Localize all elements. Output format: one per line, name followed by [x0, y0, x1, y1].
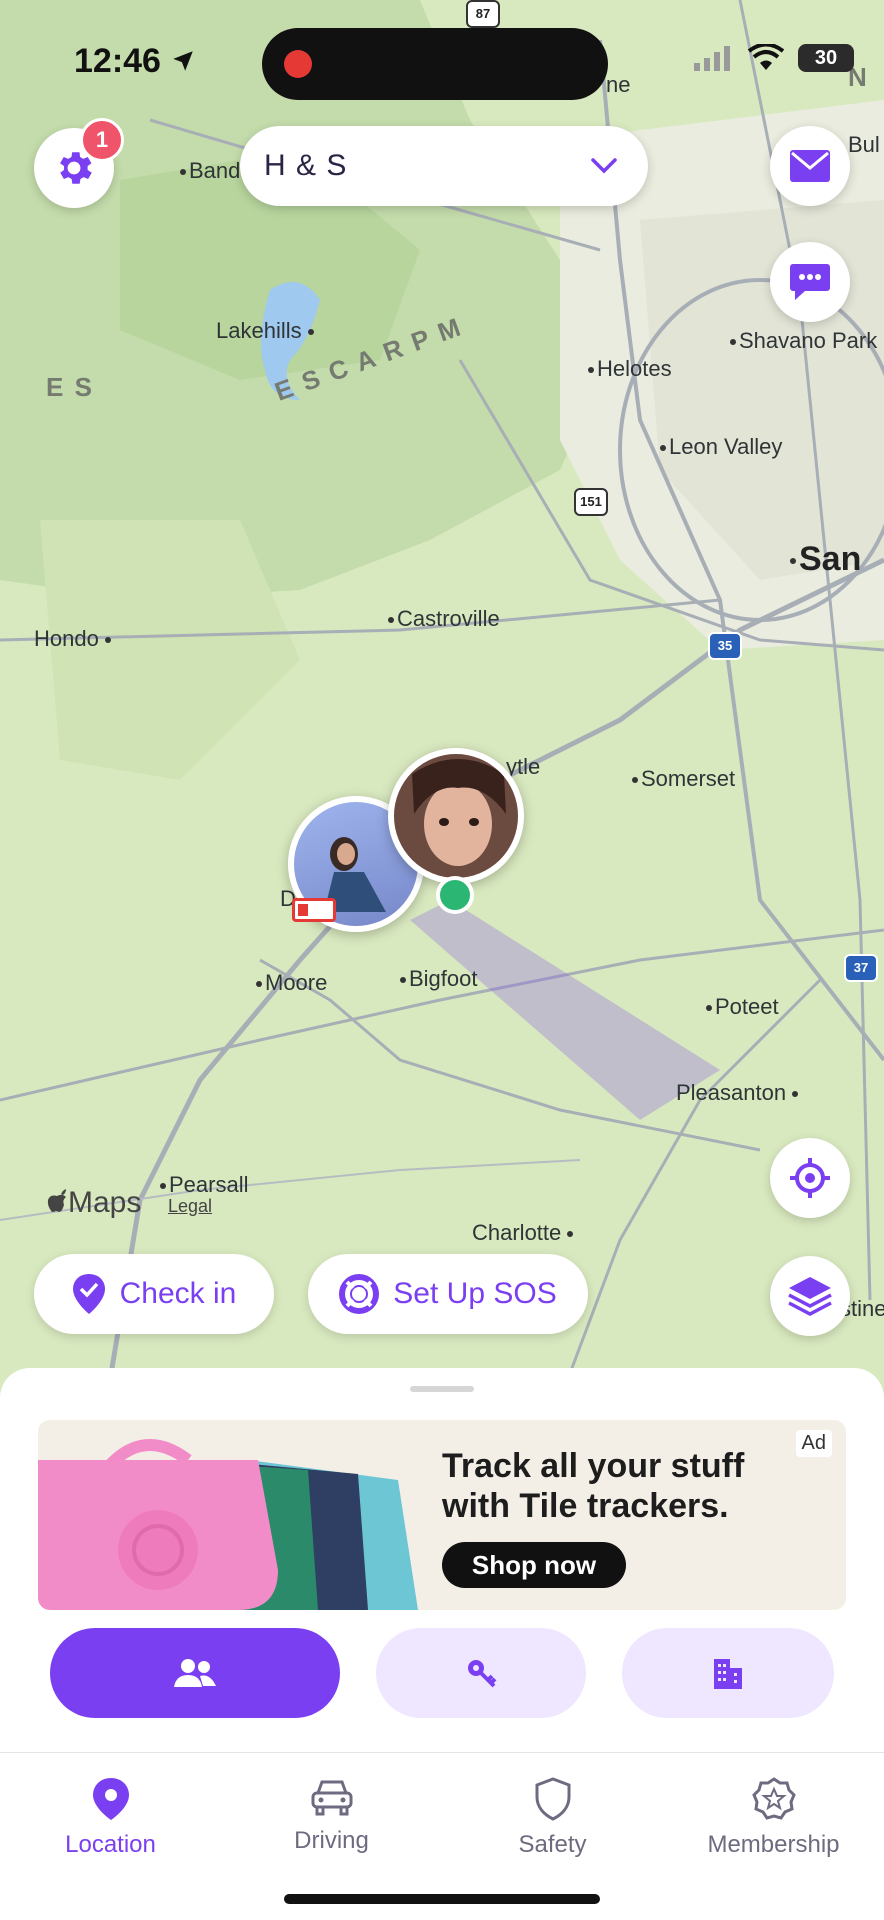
location-check-icon [72, 1274, 105, 1314]
shield-icon [535, 1777, 570, 1821]
car-icon [311, 1780, 352, 1816]
check-in-button[interactable]: Check in [34, 1254, 274, 1334]
messages-button[interactable] [770, 126, 850, 206]
tab-location[interactable]: Location [0, 1753, 221, 1920]
tab-membership[interactable]: Membership [663, 1753, 884, 1920]
chevron-down-icon [591, 158, 617, 174]
place-pleasanton: Pleasanton [676, 1080, 801, 1106]
notification-badge: 1 [80, 118, 124, 162]
place-shavano-park: Shavano Park [730, 328, 877, 354]
settings-button[interactable]: 1 [34, 118, 124, 208]
screen: Band Lakehills Helotes Shavano Park Leon… [0, 0, 884, 1920]
place-lakehills: Lakehills [216, 318, 317, 344]
ad-headline: Track all your stuff with Tile trackers. [442, 1447, 745, 1525]
recenter-location-button[interactable] [770, 1138, 850, 1218]
member-avatar-2[interactable] [388, 748, 524, 884]
segment-items[interactable] [376, 1628, 586, 1718]
chat-bubble-icon [790, 264, 830, 300]
crosshair-icon [790, 1158, 830, 1198]
ad-label: Ad [795, 1430, 832, 1457]
tile-trackers-image [38, 1439, 418, 1610]
wifi-icon [748, 44, 784, 70]
sheet-drag-handle[interactable] [410, 1386, 474, 1392]
membership-badge-icon [751, 1777, 796, 1820]
segment-places[interactable] [622, 1628, 834, 1718]
status-right: 30 [694, 44, 854, 72]
lifebuoy-icon [339, 1274, 380, 1314]
bottom-sheet: Track all your stuff with Tile trackers.… [0, 1368, 884, 1920]
building-icon [714, 1659, 742, 1689]
place-bandera: Band [180, 158, 240, 184]
place-poteet: Poteet [706, 994, 779, 1020]
status-time: 12:46 [74, 42, 196, 81]
place-bulverde-partial: Bul [848, 132, 880, 157]
location-arrow-icon [173, 51, 194, 71]
place-castroville: Castroville [388, 606, 500, 632]
highway-shield-87: 87 [466, 0, 500, 28]
place-pearsall: Pearsall [160, 1172, 248, 1198]
shop-now-button[interactable]: Shop now [442, 1542, 626, 1588]
location-pin-icon [92, 1778, 129, 1820]
people-icon [174, 1659, 216, 1687]
layers-icon [788, 1277, 832, 1316]
place-leon-valley: Leon Valley [660, 434, 782, 460]
low-battery-icon [292, 898, 336, 922]
interstate-shield-35: 35 [708, 632, 742, 660]
apple-logo-icon [47, 1189, 66, 1212]
map-layers-button[interactable] [770, 1256, 850, 1336]
region-text-escarpment-west: E S [46, 372, 94, 402]
apple-maps-attribution: Maps [46, 1186, 141, 1220]
legal-link[interactable]: Legal [168, 1196, 212, 1217]
highway-shield-151: 151 [574, 488, 608, 516]
circle-name: H & S [264, 149, 348, 182]
circle-selector-dropdown[interactable]: H & S [240, 126, 648, 206]
tile-ad-banner[interactable]: Track all your stuff with Tile trackers.… [38, 1420, 846, 1610]
place-charlotte: Charlotte [472, 1220, 576, 1246]
active-status-icon [436, 876, 474, 914]
place-moore: Moore [256, 970, 327, 996]
battery-indicator: 30 [798, 44, 854, 72]
dynamic-island [262, 28, 608, 100]
cellular-signal-icon [694, 46, 730, 71]
recording-indicator-icon [284, 50, 312, 78]
keys-icon [468, 1660, 497, 1688]
place-san-antonio: San [790, 540, 861, 579]
place-hondo: Hondo [34, 626, 114, 652]
place-somerset: Somerset [632, 766, 735, 792]
interstate-shield-37: 37 [844, 954, 878, 982]
place-bigfoot: Bigfoot [400, 966, 478, 992]
member-photo-2 [394, 754, 518, 878]
segment-people[interactable] [50, 1628, 340, 1718]
chat-button[interactable] [770, 242, 850, 322]
setup-sos-button[interactable]: Set Up SOS [308, 1254, 588, 1334]
place-boerne-partial: ne [606, 72, 631, 97]
mail-icon [790, 150, 830, 182]
home-indicator[interactable] [284, 1894, 600, 1904]
place-helotes: Helotes [588, 356, 672, 382]
